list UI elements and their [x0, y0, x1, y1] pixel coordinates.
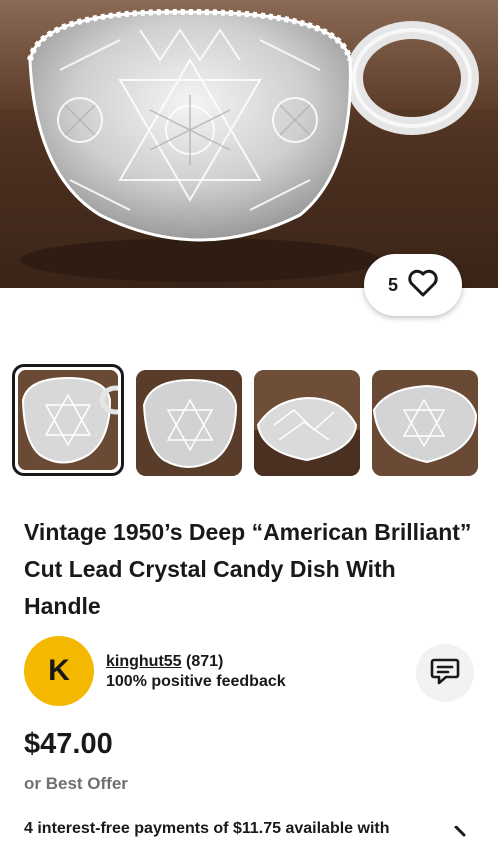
seller-card: K kinghut55 (871) 100% positive feedback [24, 636, 474, 708]
seller-rating-count: (871) [186, 653, 224, 670]
listing-title: Vintage 1950’s Deep “American Brilliant”… [24, 519, 472, 619]
thumbnail-2[interactable] [136, 370, 242, 476]
thumbnail-1[interactable] [12, 364, 124, 476]
watch-count: 5 [387, 274, 398, 295]
seller-username-link[interactable]: kinghut55 [106, 653, 182, 670]
heart-icon [408, 269, 438, 302]
message-icon [430, 657, 460, 690]
seller-avatar[interactable]: K [24, 636, 94, 706]
main-product-image[interactable] [0, 0, 498, 288]
best-offer-label: or Best Offer [24, 774, 128, 793]
installments-text[interactable]: 4 interest-free payments of $11.75 avail… [24, 820, 390, 838]
thumbnail-image [254, 370, 360, 476]
seller-name-line: kinghut55 (871) [106, 653, 223, 671]
contact-seller-button[interactable] [416, 644, 474, 702]
thumbnail-image [18, 370, 118, 470]
listing-price: $47.00 [24, 728, 113, 760]
crystal-dish-illustration [20, 8, 479, 282]
thumbnail-strip [0, 364, 498, 482]
seller-feedback: 100% positive feedback [106, 673, 286, 690]
thumbnail-4[interactable] [372, 370, 478, 476]
thumbnail-image [136, 370, 242, 476]
thumbnail-image [372, 370, 478, 476]
avatar-initial: K [48, 654, 70, 687]
thumbnail-3[interactable] [254, 370, 360, 476]
watch-button[interactable]: 5 [364, 254, 462, 316]
chevron-right-icon[interactable] [452, 825, 468, 845]
